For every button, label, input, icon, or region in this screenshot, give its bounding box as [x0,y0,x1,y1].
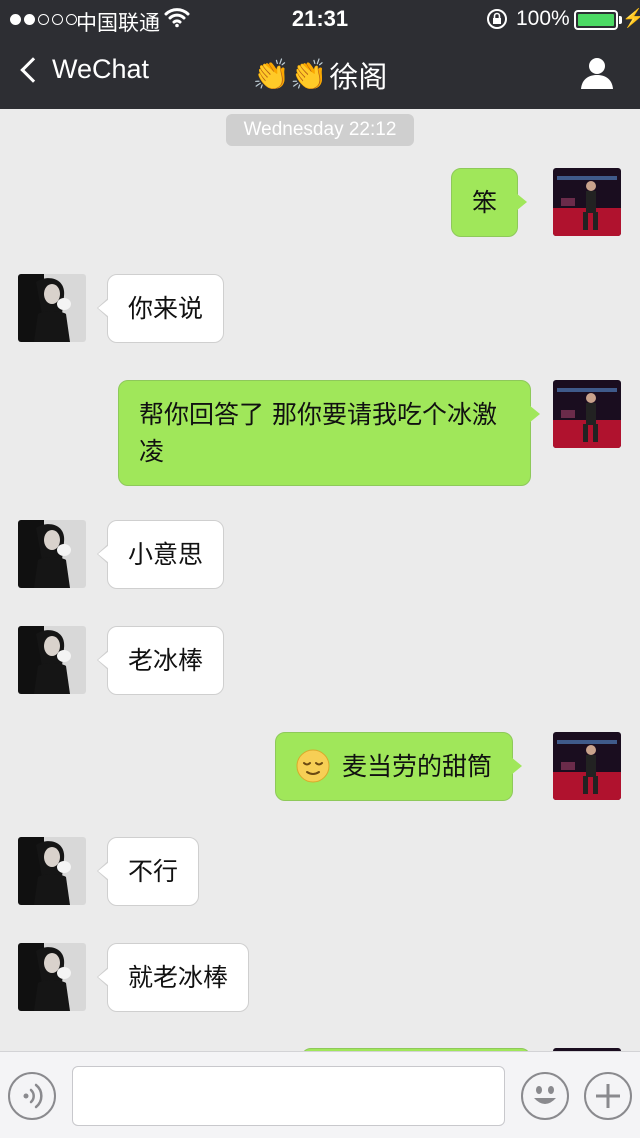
clapping-hands-emoji: 👏👏 [252,58,328,92]
contact-avatar[interactable] [18,520,86,588]
my-avatar[interactable] [553,380,621,448]
chat-title: 👏👏 徐阁 [0,54,640,96]
input-bar [0,1051,640,1138]
message-bubble[interactable]: 你来说 [96,274,225,343]
chat-timestamp: Wednesday 22:12 [226,114,414,146]
my-avatar[interactable] [553,732,621,800]
message-text: 老冰棒 [128,646,204,675]
contact-avatar[interactable] [18,274,86,342]
my-avatar[interactable] [553,168,621,236]
message-bubble[interactable]: 小意思 [96,520,225,589]
voice-icon [23,1083,43,1109]
status-bar: 中国联通 21:31 100% ⚡ [0,0,640,40]
nav-bar: WeChat 👏👏 徐阁 [0,40,640,109]
battery-icon [574,10,618,30]
contact-avatar[interactable] [18,626,86,694]
message-bubble[interactable]: 老冰棒 [96,626,225,695]
voice-button[interactable] [8,1072,56,1120]
message-text: 小意思 [128,540,204,569]
profile-button[interactable] [578,54,616,97]
message-bubble[interactable]: 麦当劳的甜筒 [275,732,523,801]
contact-avatar[interactable] [18,943,86,1011]
message-text: 帮你回答了 那你要请我吃个冰激凌 [139,400,497,466]
contact-avatar[interactable] [18,837,86,905]
plus-button[interactable] [584,1072,632,1120]
contact-name: 徐阁 [329,62,388,94]
message-bubble[interactable]: 就老冰棒 [96,943,250,1012]
message-bubble[interactable]: 笨 [451,168,528,237]
message-text: 麦当劳的甜筒 [342,752,493,781]
relieved-face-icon [296,749,330,783]
message-text: 你来说 [128,294,204,323]
plus-icon [596,1084,620,1108]
emoji-icon [534,1086,556,1104]
chat-area[interactable]: Wednesday 22:12 笨 你来说 帮你回答了 那你要请我吃个冰激凌 小… [0,109,640,1051]
message-input[interactable] [72,1066,505,1126]
message-text: 不行 [128,857,179,886]
message-bubble[interactable]: 帮你回答了 那你要请我吃个冰激凌 [118,380,540,486]
message-text: 笨 [472,188,498,217]
battery-percentage: 100% [516,7,570,30]
charging-icon: ⚡ [622,8,640,28]
rotation-lock-icon [486,8,508,36]
emoji-button[interactable] [521,1072,569,1120]
message-text: 就老冰棒 [128,963,229,992]
message-bubble[interactable]: 不行 [96,837,200,906]
profile-icon [581,58,613,89]
